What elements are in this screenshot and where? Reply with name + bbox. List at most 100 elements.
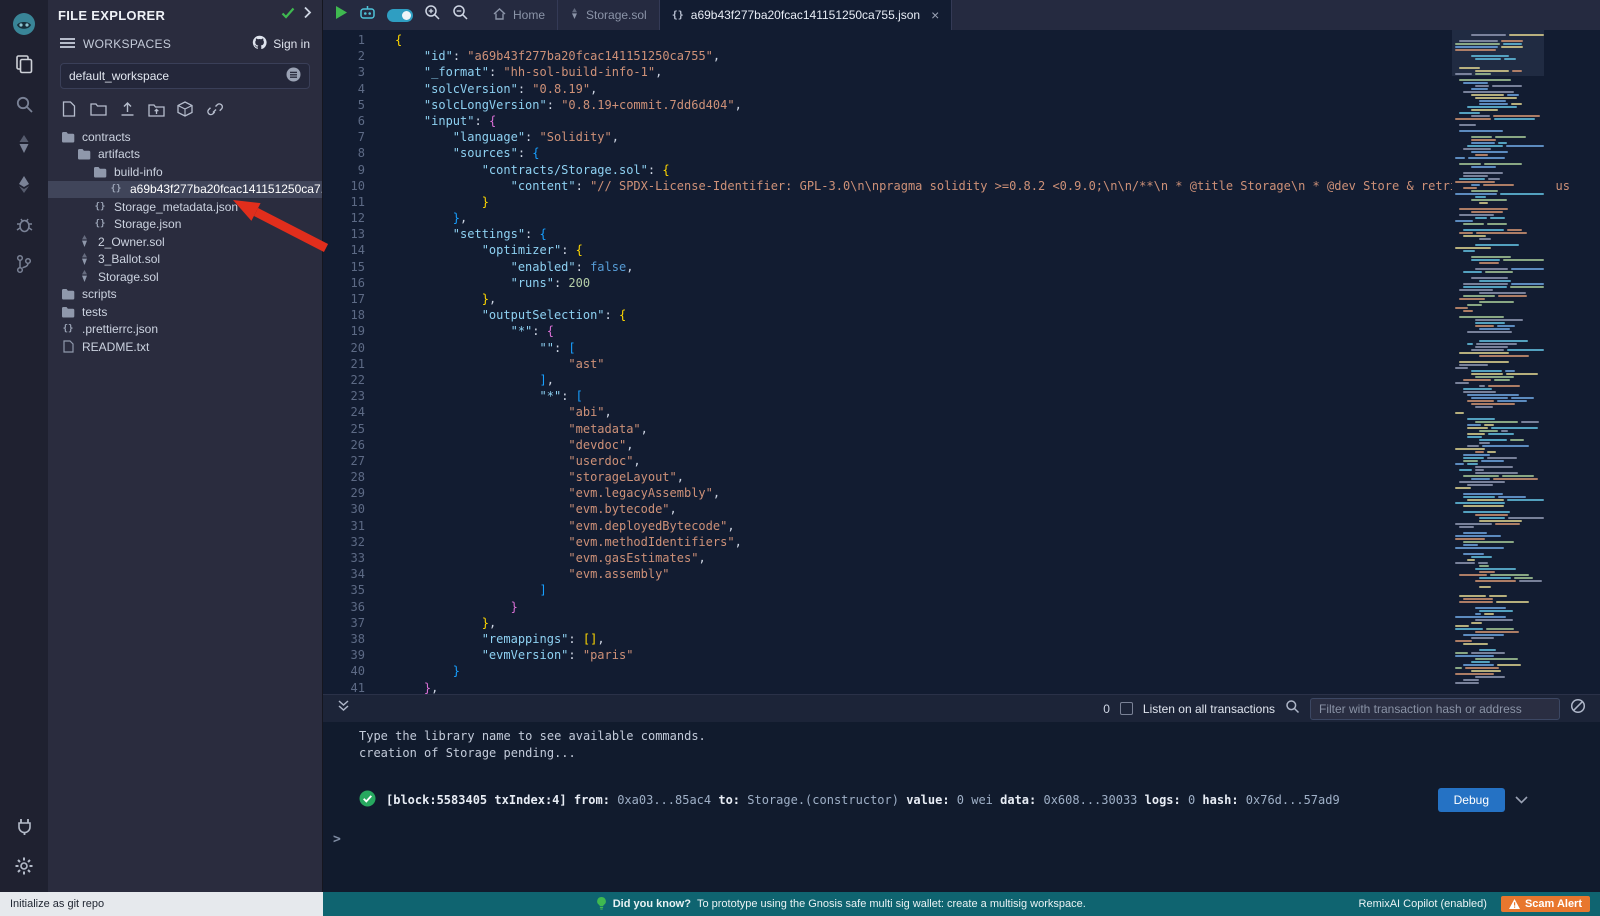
expand-log-icon[interactable] xyxy=(1515,793,1528,807)
tab-storage-sol[interactable]: Storage.sol xyxy=(558,0,660,30)
icon-rail xyxy=(0,0,48,892)
code-line: "abi", xyxy=(395,404,1452,420)
json-icon: {} xyxy=(108,184,124,194)
tip-text: To prototype using the Gnosis safe multi… xyxy=(697,898,1086,910)
import-url-icon[interactable] xyxy=(205,100,223,118)
minimap[interactable] xyxy=(1452,30,1544,694)
copilot-status[interactable]: RemixAI Copilot (enabled) xyxy=(1359,898,1487,910)
zoom-in-icon[interactable] xyxy=(424,4,441,26)
git-init-status[interactable]: Initialize as git repo xyxy=(0,892,323,916)
json-icon: {} xyxy=(60,324,76,334)
tab-home[interactable]: Home xyxy=(481,0,558,30)
folder-icon xyxy=(60,131,76,143)
warning-icon xyxy=(1509,899,1520,909)
terminal-prompt[interactable]: > xyxy=(323,832,1600,847)
close-tab-icon[interactable]: × xyxy=(931,8,939,22)
code-line: "storageLayout", xyxy=(395,469,1452,485)
copilot-toggle[interactable] xyxy=(387,9,413,22)
zoom-out-icon[interactable] xyxy=(452,4,469,26)
code-line: "outputSelection": { xyxy=(395,307,1452,323)
code-line: }, xyxy=(395,680,1452,695)
tree-item[interactable]: {}.prettierrc.json xyxy=(48,321,322,339)
code-line: "metadata", xyxy=(395,421,1452,437)
scam-alert-badge[interactable]: Scam Alert xyxy=(1501,896,1590,912)
tree-item-label: Storage_metadata.json xyxy=(114,200,238,214)
import-box-icon[interactable] xyxy=(176,100,194,118)
tree-item-label: artifacts xyxy=(98,147,140,161)
tree-item[interactable]: scripts xyxy=(48,286,322,304)
tree-item-label: Storage.sol xyxy=(98,270,159,284)
transaction-log-row[interactable]: [block:5583405 txIndex:4] from: 0xa03...… xyxy=(323,788,1600,812)
run-script-icon[interactable] xyxy=(335,5,348,25)
json-icon: {} xyxy=(92,202,108,212)
code-editor[interactable]: 1234567891011121314151617181920212223242… xyxy=(323,30,1600,694)
tree-item[interactable]: 3_Ballot.sol xyxy=(48,251,322,269)
debug-button[interactable]: Debug xyxy=(1438,788,1505,812)
workspace-options-icon[interactable] xyxy=(286,67,301,85)
tree-item[interactable]: artifacts xyxy=(48,146,322,164)
panel-title: FILE EXPLORER xyxy=(58,8,273,23)
settings-icon[interactable] xyxy=(6,848,42,884)
tab-label: Storage.sol xyxy=(586,8,647,22)
listen-checkbox[interactable] xyxy=(1120,702,1133,715)
tree-item-label: README.txt xyxy=(82,340,149,354)
upload-file-icon[interactable] xyxy=(118,100,136,118)
workspace-select[interactable]: default_workspace xyxy=(60,63,310,89)
tab-build-info-json[interactable]: {} a69b43f277ba20fcac141151250ca755.json… xyxy=(660,0,953,30)
tree-item[interactable]: {}Storage.json xyxy=(48,216,322,234)
plugin-manager-icon[interactable] xyxy=(6,808,42,844)
tree-item[interactable]: build-info xyxy=(48,163,322,181)
folder-icon xyxy=(92,166,108,178)
tree-item[interactable]: Storage.sol xyxy=(48,268,322,286)
terminal-toolbar: 0 Listen on all transactions xyxy=(323,694,1600,722)
remix-ide-window: FILE EXPLORER WORKSPACES Sign in default… xyxy=(0,0,1600,916)
workspaces-menu-icon[interactable] xyxy=(60,37,75,52)
tree-item[interactable]: tests xyxy=(48,303,322,321)
new-folder-icon[interactable] xyxy=(89,100,107,118)
workspaces-label: WORKSPACES xyxy=(83,37,171,51)
tree-item[interactable]: {}a69b43f277ba20fcac141151250ca7... xyxy=(48,181,322,199)
tree-item[interactable]: 2_Owner.sol xyxy=(48,233,322,251)
file-explorer-icon[interactable] xyxy=(6,46,42,82)
code-line: "settings": { xyxy=(395,226,1452,242)
sign-in-button[interactable]: Sign in xyxy=(252,35,310,53)
code-line: "runs": 200 xyxy=(395,275,1452,291)
terminal-collapse-icon[interactable] xyxy=(337,699,350,718)
code-line: "ast" xyxy=(395,356,1452,372)
git-icon[interactable] xyxy=(6,246,42,282)
transaction-filter-input[interactable] xyxy=(1310,698,1560,720)
tree-item[interactable]: README.txt xyxy=(48,338,322,356)
tree-item-label: scripts xyxy=(82,287,117,301)
solidity-compiler-icon[interactable] xyxy=(6,126,42,162)
tree-item[interactable]: {} Storage_metadata.json xyxy=(48,198,322,216)
folder-icon xyxy=(60,306,76,318)
terminal[interactable]: Type the library name to see available c… xyxy=(323,722,1600,892)
deploy-run-icon[interactable] xyxy=(6,166,42,202)
copilot-robot-icon[interactable] xyxy=(359,5,376,25)
new-file-icon[interactable] xyxy=(60,100,78,118)
check-icon xyxy=(281,6,295,24)
terminal-search-icon[interactable] xyxy=(1285,699,1300,719)
code-line: "sources": { xyxy=(395,145,1452,161)
clipped-text-fragment: us xyxy=(1556,179,1570,193)
tree-item-label: 3_Ballot.sol xyxy=(98,252,160,266)
folder-icon xyxy=(76,148,92,160)
success-check-icon xyxy=(359,790,376,810)
upload-folder-icon[interactable] xyxy=(147,100,165,118)
terminal-line: Type the library name to see available c… xyxy=(323,728,1600,745)
debugger-icon[interactable] xyxy=(6,206,42,242)
transaction-summary: [block:5583405 txIndex:4] from: 0xa03...… xyxy=(386,793,1340,807)
tab-bar: Home Storage.sol {} a69b43f277ba20fcac14… xyxy=(323,0,1600,30)
code-line: } xyxy=(395,663,1452,679)
tree-item[interactable]: contracts xyxy=(48,128,322,146)
expand-panel-icon[interactable] xyxy=(303,6,312,24)
code-line: "id": "a69b43f277ba20fcac141151250ca755"… xyxy=(395,48,1452,64)
code-line: "language": "Solidity", xyxy=(395,129,1452,145)
code-line: }, xyxy=(395,210,1452,226)
remix-logo-icon[interactable] xyxy=(6,6,42,42)
code-line: "evm.deployedBytecode", xyxy=(395,518,1452,534)
clear-console-icon[interactable] xyxy=(1570,698,1586,719)
search-icon[interactable] xyxy=(6,86,42,122)
code-line: "evm.legacyAssembly", xyxy=(395,485,1452,501)
sign-in-label: Sign in xyxy=(273,37,310,51)
